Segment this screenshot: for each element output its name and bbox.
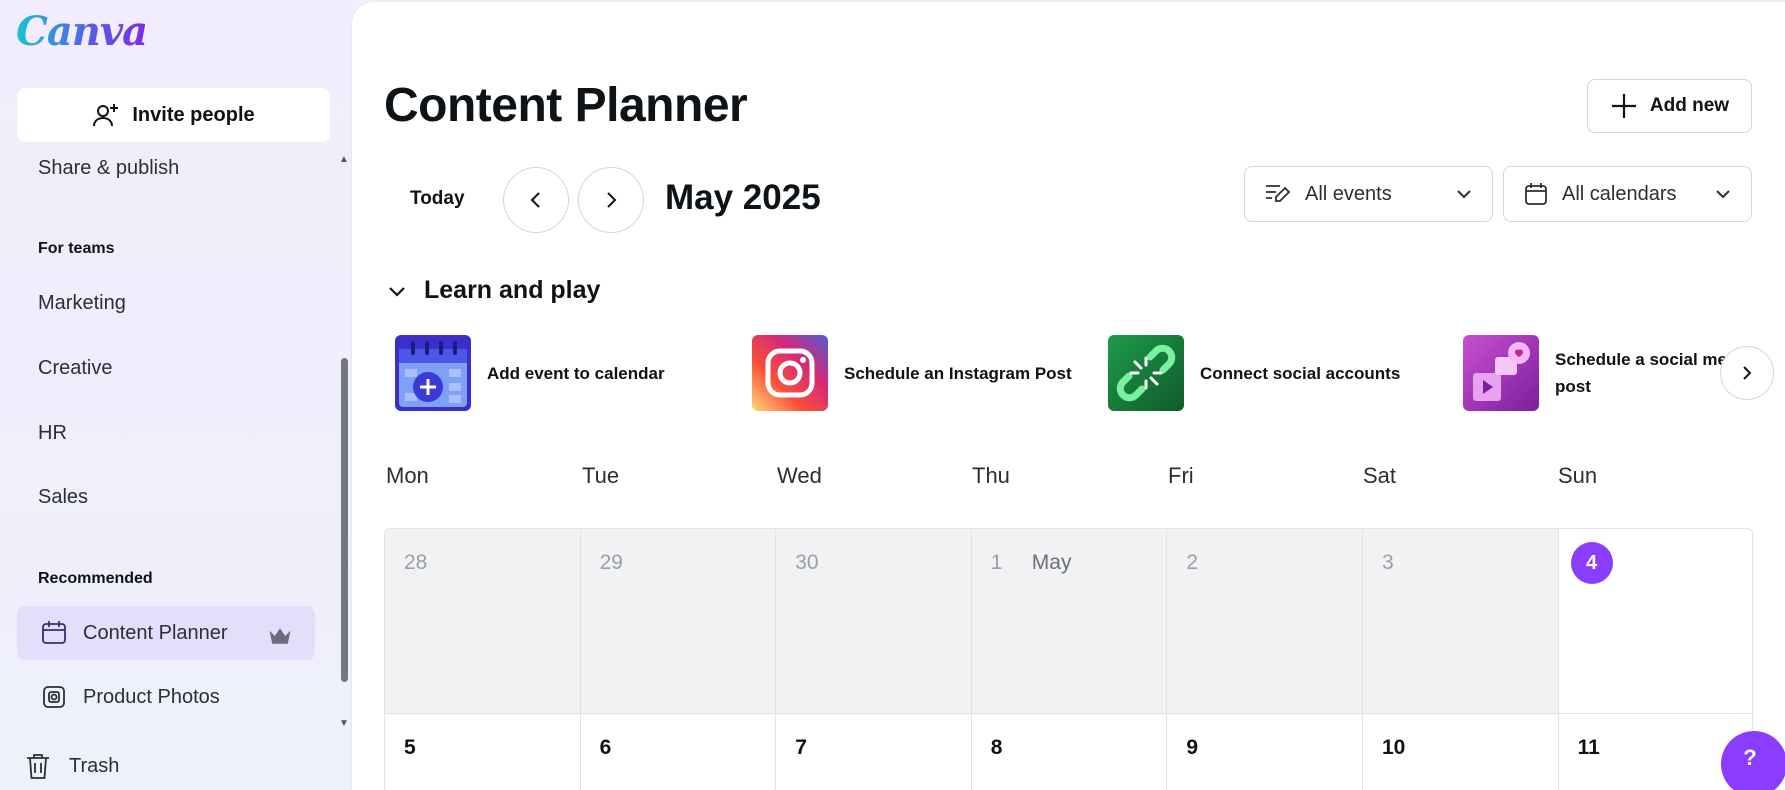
invite-people-label: Invite people bbox=[132, 103, 255, 126]
card-label: Schedule a social me post bbox=[1555, 350, 1727, 396]
link-icon bbox=[1108, 335, 1184, 411]
calendar-day-cell[interactable]: 28 bbox=[385, 529, 581, 714]
sidebar-item-sales[interactable]: Sales bbox=[38, 486, 88, 509]
sidebar-item-hr[interactable]: HR bbox=[38, 422, 67, 445]
events-filter-value: All events bbox=[1305, 182, 1392, 205]
calendar-day-cell[interactable]: 2 bbox=[1167, 529, 1363, 714]
canva-logo[interactable]: Canva bbox=[16, 8, 148, 55]
calendar-grid: 28 29 30 1 May 2 3 4 5 6 7 8 9 10 11 bbox=[384, 528, 1753, 790]
sidebar-item-creative[interactable]: Creative bbox=[38, 357, 112, 380]
weekday-mon: Mon bbox=[386, 463, 429, 488]
calendars-filter-value: All calendars bbox=[1562, 182, 1677, 205]
sidebar-item-content-planner[interactable]: Content Planner bbox=[17, 606, 315, 660]
scroll-up-arrow[interactable]: ▲ bbox=[339, 154, 349, 165]
day-number: 6 bbox=[599, 736, 612, 759]
page-title: Content Planner bbox=[384, 79, 748, 132]
weekday-wed: Wed bbox=[777, 463, 822, 488]
add-new-button[interactable]: Add new bbox=[1587, 79, 1752, 133]
calendar-day-cell[interactable]: 6 bbox=[581, 714, 777, 790]
calendar-day-cell[interactable]: 7 bbox=[776, 714, 972, 790]
day-number: 7 bbox=[795, 736, 807, 759]
day-number: 3 bbox=[1382, 551, 1394, 574]
current-month-label: May 2025 bbox=[665, 178, 821, 217]
scroll-down-arrow[interactable]: ▼ bbox=[339, 718, 349, 729]
calendar-day-cell[interactable]: 30 bbox=[776, 529, 972, 714]
day-number: 11 bbox=[1577, 736, 1600, 759]
content-planner-label: Content Planner bbox=[83, 621, 228, 644]
chevron-down-icon bbox=[1716, 190, 1730, 199]
add-person-icon bbox=[93, 104, 119, 127]
chevron-down-icon bbox=[389, 286, 405, 297]
calendar-day-cell[interactable]: 10 bbox=[1363, 714, 1559, 790]
for-teams-heading: For teams bbox=[38, 240, 115, 257]
card-schedule-instagram[interactable]: Schedule an Instagram Post bbox=[752, 335, 1072, 411]
product-photos-label: Product Photos bbox=[83, 685, 220, 708]
calendar-day-cell[interactable]: 1 May bbox=[971, 529, 1168, 714]
chevron-down-icon bbox=[1457, 190, 1471, 199]
trash-label: Trash bbox=[69, 754, 120, 777]
previous-month-button[interactable] bbox=[503, 167, 569, 233]
calendar-day-cell[interactable]: 8 bbox=[972, 714, 1168, 790]
day-number: 29 bbox=[599, 551, 623, 574]
learn-and-play-heading: Learn and play bbox=[424, 276, 601, 304]
day-number: 1 bbox=[990, 551, 1003, 574]
calendar-icon bbox=[42, 621, 66, 644]
day-number: 2 bbox=[1186, 551, 1199, 574]
card-label: Schedule an Instagram Post bbox=[844, 363, 1072, 383]
learn-and-play-toggle[interactable]: Learn and play bbox=[388, 276, 600, 305]
calendar-icon bbox=[1525, 183, 1547, 205]
weekday-sun: Sun bbox=[1558, 463, 1598, 488]
day-number: 9 bbox=[1186, 736, 1199, 759]
weekday-tue: Tue bbox=[582, 463, 620, 488]
sidebar-item-product-photos[interactable]: Product Photos bbox=[17, 670, 315, 724]
sidebar-item-share-publish[interactable]: Share & publish bbox=[38, 157, 179, 180]
weekday-sat: Sat bbox=[1363, 463, 1397, 488]
main-panel: Content Planner Add new Today May 2025 A… bbox=[352, 2, 1785, 790]
calendar-day-cell[interactable]: 9 bbox=[1167, 714, 1363, 790]
day-number: 30 bbox=[795, 551, 819, 574]
card-schedule-social-post[interactable]: Schedule a social me post bbox=[1463, 335, 1733, 411]
sidebar-item-trash[interactable]: Trash bbox=[25, 752, 119, 780]
carousel-next-button[interactable] bbox=[1720, 346, 1774, 400]
sidebar: Canva Invite people Share & publish For … bbox=[0, 0, 352, 790]
sidebar-item-marketing[interactable]: Marketing bbox=[38, 292, 126, 315]
weekday-thu: Thu bbox=[972, 463, 1010, 488]
day-number: 5 bbox=[404, 736, 416, 759]
chevron-right-icon bbox=[1743, 366, 1752, 380]
add-new-label: Add new bbox=[1649, 95, 1730, 116]
instagram-icon bbox=[752, 335, 828, 411]
today-badge: 4 bbox=[1570, 542, 1613, 584]
next-month-button[interactable] bbox=[578, 167, 644, 233]
card-connect-social[interactable]: Connect social accounts bbox=[1108, 335, 1400, 411]
today-button[interactable]: Today bbox=[410, 188, 465, 210]
card-label: Add event to calendar bbox=[487, 363, 665, 383]
day-number: 10 bbox=[1382, 736, 1406, 759]
calendar-day-cell[interactable]: 3 bbox=[1363, 529, 1559, 714]
invite-people-button[interactable]: Invite people bbox=[17, 88, 330, 142]
calendar-add-icon bbox=[395, 335, 471, 411]
help-button[interactable]: ? bbox=[1721, 731, 1785, 790]
trash-icon bbox=[27, 754, 49, 779]
calendar-day-cell[interactable]: 5 bbox=[385, 714, 581, 790]
crown-icon bbox=[269, 628, 291, 644]
weekday-fri: Fri bbox=[1168, 463, 1194, 488]
product-photo-icon bbox=[43, 686, 65, 708]
day-number: 8 bbox=[990, 736, 1003, 759]
recommended-heading: Recommended bbox=[38, 570, 153, 587]
plus-icon bbox=[1611, 94, 1636, 118]
month-marker: May bbox=[1031, 551, 1072, 574]
chevron-right-icon bbox=[607, 192, 617, 208]
events-filter-dropdown[interactable]: All events bbox=[1244, 166, 1493, 222]
calendar-day-cell-today[interactable]: 4 bbox=[1558, 529, 1752, 714]
filter-edit-icon bbox=[1266, 185, 1291, 202]
card-add-event[interactable]: Add event to calendar bbox=[395, 335, 665, 411]
day-number: 28 bbox=[404, 551, 428, 574]
sidebar-scrollbar[interactable] bbox=[341, 358, 348, 682]
chevron-left-icon bbox=[530, 192, 540, 208]
calendar-day-cell[interactable]: 29 bbox=[580, 529, 777, 714]
social-media-icon bbox=[1463, 335, 1539, 411]
calendars-filter-dropdown[interactable]: All calendars bbox=[1503, 166, 1752, 222]
card-label: Connect social accounts bbox=[1200, 363, 1401, 383]
